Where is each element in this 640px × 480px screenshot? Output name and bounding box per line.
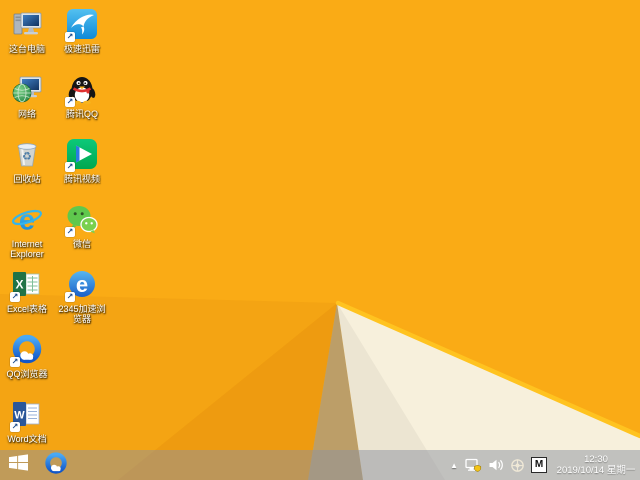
desktop-icon-2345-browser[interactable]: e ↗ 2345加速浏览器 [55, 268, 109, 324]
icon-label: 极速迅雷 [63, 44, 100, 54]
svg-text:e: e [76, 272, 88, 297]
desktop-icon-word[interactable]: W ↗ Word文档 [0, 398, 54, 444]
system-tray: ▲ M 12:30 2019/10/14 星期一 [446, 450, 640, 480]
shortcut-arrow-overlay: ↗ [10, 422, 20, 432]
start-button[interactable] [0, 450, 36, 480]
thunder-xunlei-icon: ↗ [65, 8, 99, 42]
shortcut-arrow-overlay: ↗ [65, 292, 75, 302]
qq-browser-icon: ↗ [10, 333, 44, 367]
desktop-icon-wechat[interactable]: ↗ 微信 [55, 203, 109, 249]
desktop-icon-internet-explorer[interactable]: e Internet Explorer [0, 203, 54, 260]
input-method-letter: M [531, 457, 547, 473]
qq-browser-icon [44, 451, 68, 480]
taskbar: ▲ M 12:30 2019/10/14 星期一 [0, 450, 640, 480]
network-status-icon[interactable] [462, 450, 485, 480]
desktop-icon-network[interactable]: 网络 [0, 73, 54, 119]
desktop-icon-tencent-qq[interactable]: ↗ 腾讯QQ [55, 73, 109, 119]
icon-label: 腾讯视频 [63, 174, 100, 184]
clock-date: 2019/10/14 星期一 [556, 465, 636, 476]
icon-label: 这台电脑 [8, 44, 45, 54]
icon-label: 微信 [72, 239, 91, 249]
shortcut-arrow-overlay: ↗ [10, 292, 20, 302]
tencent-video-icon: ↗ [65, 138, 99, 172]
word-icon: W ↗ [10, 398, 44, 432]
windows-logo-icon [8, 454, 28, 476]
desktop-icon-recycle-bin[interactable]: ♻ 回收站 [0, 138, 54, 184]
recycle-bin-icon: ♻ [10, 138, 44, 172]
icon-label: 2345加速浏览器 [58, 304, 106, 324]
shortcut-arrow-overlay: ↗ [65, 97, 75, 107]
shortcut-arrow-overlay: ↗ [65, 227, 75, 237]
desktop-icon-excel[interactable]: X ↗ Excel表格 [0, 268, 54, 314]
desktop-icon-thunder[interactable]: ↗ 极速迅雷 [55, 8, 109, 54]
excel-icon: X ↗ [10, 268, 44, 302]
icon-label: 网络 [17, 109, 36, 119]
icon-label: Word文档 [7, 434, 47, 444]
taskbar-clock[interactable]: 12:30 2019/10/14 星期一 [556, 454, 640, 476]
wechat-icon: ↗ [65, 203, 99, 237]
safety-utility-icon[interactable] [507, 450, 528, 480]
icon-label: 腾讯QQ [65, 109, 98, 119]
show-hidden-icons-button[interactable]: ▲ [446, 461, 462, 470]
svg-text:♻: ♻ [22, 151, 32, 163]
volume-icon[interactable] [485, 450, 507, 480]
icon-label: QQ浏览器 [6, 369, 48, 379]
desktop-icon-this-pc[interactable]: 这台电脑 [0, 8, 54, 54]
svg-text:X: X [15, 278, 23, 292]
2345-browser-icon: e ↗ [65, 268, 99, 302]
internet-explorer-icon: e [10, 203, 44, 237]
qq-penguin-icon: ↗ [65, 73, 99, 107]
icon-label: 回收站 [13, 174, 41, 184]
network-icon [10, 73, 44, 107]
clock-time: 12:30 [584, 454, 608, 465]
icon-label: Internet Explorer [10, 239, 44, 259]
taskbar-qq-browser-button[interactable] [40, 451, 72, 480]
input-method-indicator[interactable]: M [528, 450, 550, 480]
desktop-icon-qq-browser[interactable]: ↗ QQ浏览器 [0, 333, 54, 379]
this-pc-icon [10, 8, 44, 42]
shortcut-arrow-overlay: ↗ [65, 162, 75, 172]
desktop[interactable]: 这台电脑 网络 ♻ 回收站 e Internet Explorer X ↗ Ex… [0, 0, 640, 480]
icon-label: Excel表格 [6, 304, 47, 314]
shortcut-arrow-overlay: ↗ [10, 357, 20, 367]
svg-text:W: W [14, 410, 25, 422]
shortcut-arrow-overlay: ↗ [65, 32, 75, 42]
desktop-icon-tencent-video[interactable]: ↗ 腾讯视频 [55, 138, 109, 184]
